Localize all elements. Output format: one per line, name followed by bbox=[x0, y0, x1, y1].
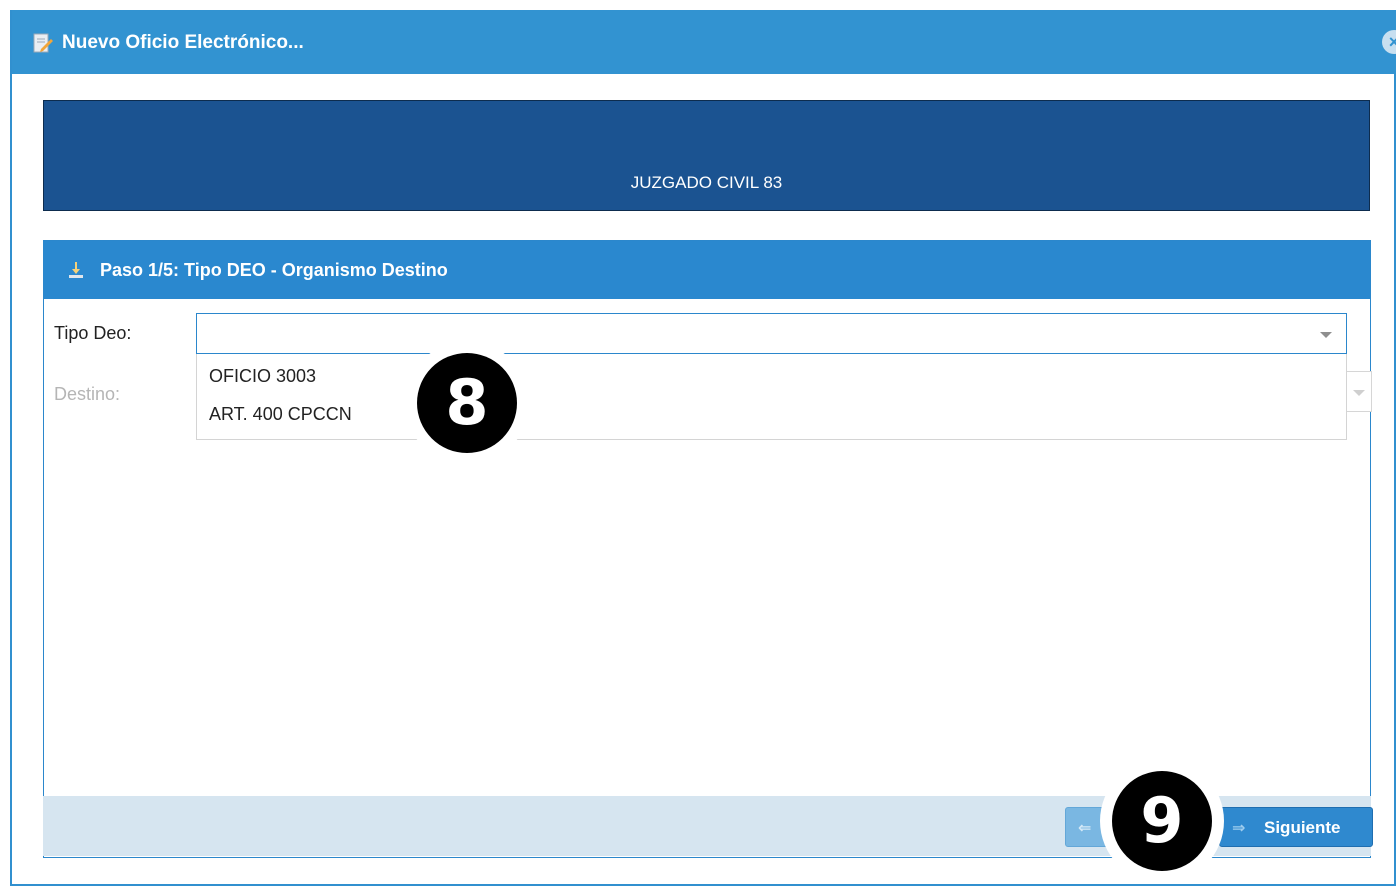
option-art-400-cpccn[interactable]: ART. 400 CPCCN bbox=[209, 404, 352, 425]
destino-label: Destino: bbox=[54, 384, 121, 404]
destino-select[interactable] bbox=[1347, 371, 1372, 412]
court-banner: JUZGADO CIVIL 83 bbox=[43, 100, 1370, 211]
panel-header: Paso 1/5: Tipo DEO - Organismo Destino bbox=[44, 241, 1370, 299]
dialog-title: Nuevo Oficio Electrónico... bbox=[62, 32, 304, 53]
download-tray-icon bbox=[69, 262, 83, 278]
close-circle-icon[interactable]: × bbox=[1382, 30, 1396, 54]
tipo-deo-select[interactable] bbox=[196, 313, 1347, 354]
edit-document-icon bbox=[33, 33, 53, 53]
chevron-down-icon bbox=[1353, 390, 1365, 396]
court-name: JUZGADO CIVIL 83 bbox=[630, 173, 783, 192]
dialog-window: Nuevo Oficio Electrónico... × JUZGADO CI… bbox=[10, 10, 1396, 886]
tipo-deo-label: Tipo Deo: bbox=[54, 323, 132, 343]
chevron-down-icon bbox=[1320, 332, 1332, 338]
step-title: Paso 1/5: Tipo DEO - Organismo Destino bbox=[100, 260, 448, 280]
option-oficio-3003[interactable]: OFICIO 3003 bbox=[209, 366, 316, 387]
callout-badge-9: 9 bbox=[1112, 771, 1212, 871]
callout-badge-8: 8 bbox=[417, 353, 517, 453]
wizard-panel: Paso 1/5: Tipo DEO - Organismo Destino T… bbox=[43, 240, 1372, 858]
arrow-right-icon: ⇒ bbox=[1232, 820, 1246, 837]
tipo-deo-dropdown: OFICIO 3003 ART. 400 CPCCN bbox=[196, 354, 1347, 440]
arrow-left-icon: ⇐ bbox=[1078, 820, 1092, 837]
next-button[interactable]: ⇒ Siguiente bbox=[1219, 807, 1373, 847]
titlebar: Nuevo Oficio Electrónico... × bbox=[12, 10, 1396, 74]
